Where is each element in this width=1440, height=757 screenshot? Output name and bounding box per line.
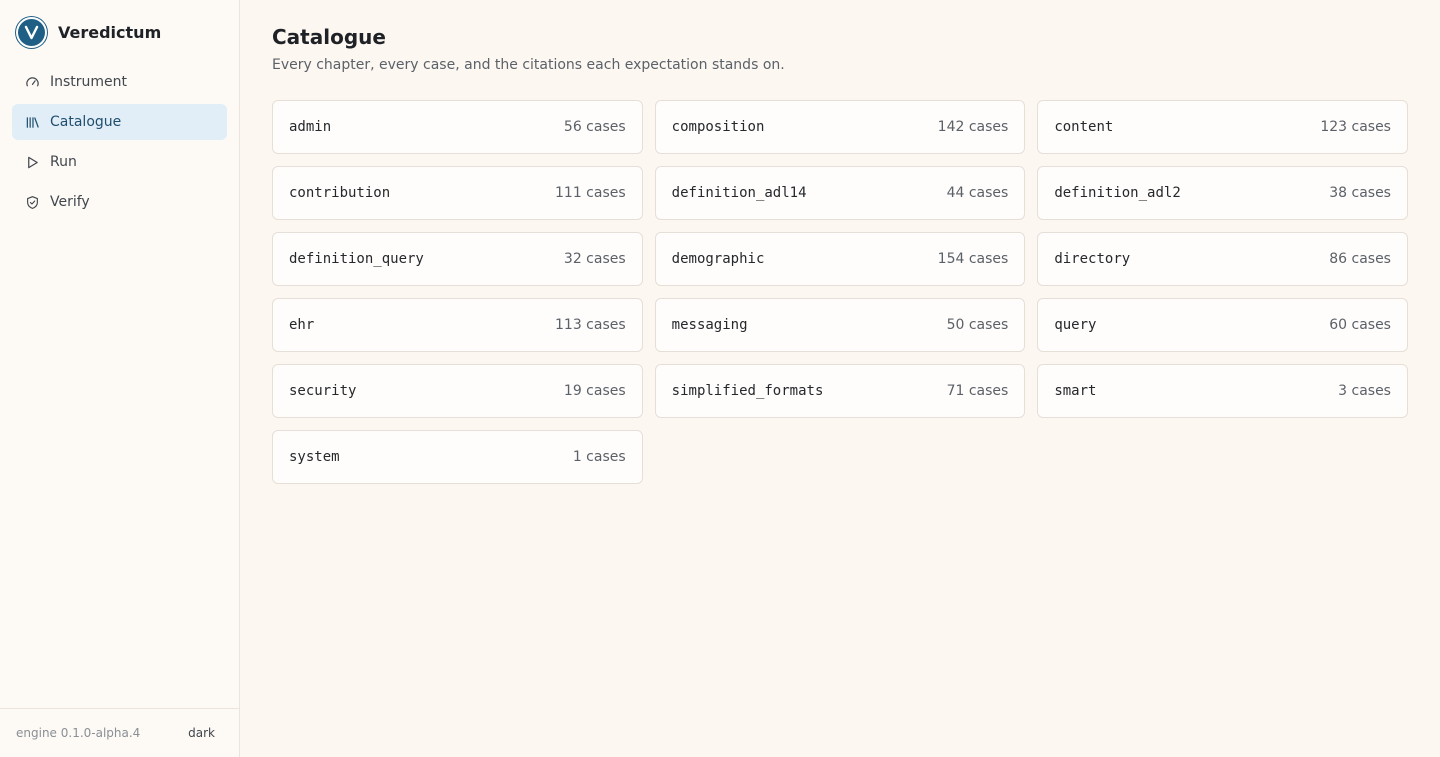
engine-version: engine 0.1.0-alpha.4 (16, 726, 141, 740)
chapter-name: definition_query (289, 251, 424, 267)
chapter-card[interactable]: smart 3 cases (1037, 364, 1408, 418)
page-title: Catalogue (272, 25, 386, 49)
case-count: 50 cases (946, 317, 1009, 333)
app-name: Veredictum (58, 22, 162, 42)
chapter-name: simplified_formats (671, 383, 824, 399)
sidebar-item-label: Instrument (50, 74, 128, 90)
case-count: 111 cases (555, 185, 626, 201)
brand[interactable]: Veredictum (16, 16, 161, 48)
chapter-card[interactable]: composition 142 cases (654, 100, 1026, 154)
chapter-card[interactable]: security 19 cases (272, 364, 643, 418)
chapter-card[interactable]: definition_adl14 44 cases (654, 166, 1026, 220)
sidebar-item-verify[interactable]: Verify (12, 184, 227, 220)
case-count: 1 cases (572, 449, 626, 465)
page-subtitle: Every chapter, every case, and the citat… (272, 57, 785, 73)
sidebar: Veredictum Instrument Catalogue Run Veri… (0, 0, 240, 757)
sidebar-nav: Instrument Catalogue Run Verify (12, 64, 227, 224)
chapter-name: content (1054, 119, 1114, 135)
chapter-name: definition_adl2 (1054, 185, 1181, 201)
case-count: 56 cases (563, 119, 626, 135)
chapter-name: smart (1054, 383, 1097, 399)
chapter-name: ehr (289, 317, 315, 333)
shield-check-icon (24, 194, 40, 210)
chapter-card[interactable]: simplified_formats 71 cases (654, 364, 1026, 418)
case-count: 154 cases (937, 251, 1009, 267)
chapter-name: system (289, 449, 340, 465)
chapter-card[interactable]: demographic 154 cases (654, 232, 1026, 286)
case-count: 71 cases (946, 383, 1009, 399)
sidebar-item-instrument[interactable]: Instrument (12, 64, 227, 100)
chapter-name: directory (1054, 251, 1131, 267)
case-count: 86 cases (1329, 251, 1391, 267)
case-count: 32 cases (563, 251, 626, 267)
chapter-card[interactable]: ehr 113 cases (272, 298, 643, 352)
case-count: 44 cases (946, 185, 1009, 201)
sidebar-item-label: Verify (50, 194, 90, 210)
app-window: Veredictum Instrument Catalogue Run Veri… (0, 0, 1440, 757)
chapter-name: contribution (289, 185, 391, 201)
play-icon (24, 154, 40, 170)
chapter-card[interactable]: directory 86 cases (1037, 232, 1408, 286)
gauge-icon (24, 74, 40, 90)
sidebar-item-label: Catalogue (50, 114, 122, 130)
main-content: Catalogue Every chapter, every case, and… (240, 0, 1440, 757)
case-count: 60 cases (1329, 317, 1391, 333)
chapter-card[interactable]: contribution 111 cases (272, 166, 643, 220)
chapter-name: definition_adl14 (671, 185, 807, 201)
chapter-card[interactable]: admin 56 cases (272, 100, 643, 154)
sidebar-item-catalogue[interactable]: Catalogue (12, 104, 227, 140)
chapter-grid: admin 56 cases composition 142 cases con… (272, 100, 1408, 484)
chapter-card[interactable]: definition_adl2 38 cases (1037, 166, 1408, 220)
case-count: 123 cases (1320, 119, 1391, 135)
chapter-name: composition (671, 119, 765, 135)
chapter-name: messaging (671, 317, 748, 333)
case-count: 19 cases (563, 383, 626, 399)
sidebar-item-label: Run (50, 154, 77, 170)
theme-toggle[interactable]: dark (188, 726, 215, 740)
chapter-name: query (1054, 317, 1097, 333)
chapter-card[interactable]: messaging 50 cases (654, 298, 1026, 352)
chapter-card[interactable]: query 60 cases (1037, 298, 1408, 352)
sidebar-footer: engine 0.1.0-alpha.4 dark (0, 708, 239, 757)
chapter-name: security (289, 383, 357, 399)
chapter-card[interactable]: content 123 cases (1037, 100, 1408, 154)
checkmark-logo-icon (16, 16, 47, 48)
chapter-name: admin (289, 119, 332, 135)
case-count: 142 cases (937, 119, 1009, 135)
library-icon (24, 114, 40, 130)
case-count: 3 cases (1338, 383, 1391, 399)
sidebar-item-run[interactable]: Run (12, 144, 227, 180)
chapter-card[interactable]: system 1 cases (272, 430, 643, 484)
case-count: 38 cases (1329, 185, 1391, 201)
chapter-name: demographic (671, 251, 765, 267)
chapter-card[interactable]: definition_query 32 cases (272, 232, 643, 286)
case-count: 113 cases (555, 317, 626, 333)
